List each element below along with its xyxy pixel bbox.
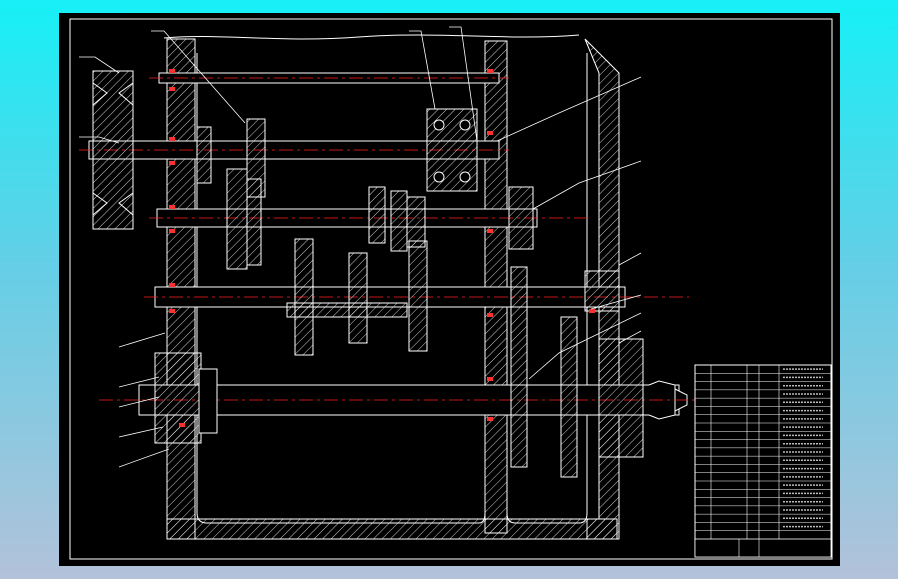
shaft-1	[149, 72, 509, 84]
cad-drawing	[69, 18, 833, 560]
pulley	[92, 70, 134, 230]
break-line	[163, 34, 580, 40]
housing-bottom	[166, 518, 618, 540]
title-block	[694, 364, 832, 558]
drawing-sheet	[59, 13, 840, 566]
title-strip	[694, 538, 832, 558]
